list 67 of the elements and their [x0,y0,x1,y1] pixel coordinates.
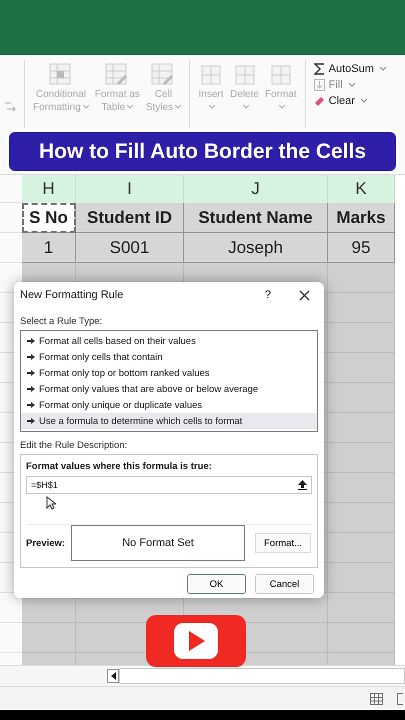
table-cell [328,443,395,473]
sigma-icon [314,63,325,75]
rule-type-item[interactable]: Format only top or bottom ranked values [21,365,317,381]
table-cell: Student Name [184,203,328,233]
rule-type-label: Select a Rule Type: [20,316,104,327]
table-cell [328,383,395,413]
column-header[interactable]: H [22,175,76,203]
scroll-left-button[interactable] [107,669,119,683]
pointer-icon [27,354,35,360]
table-cell [328,533,395,563]
eraser-icon [314,95,325,107]
table-cell [328,293,395,323]
column-header[interactable]: J [184,175,328,203]
table-cell: Student ID [76,203,184,233]
table-cell [328,593,395,623]
description-label: Edit the Rule Description: [20,440,128,451]
decrease-decimal-icon [4,100,18,114]
collapse-dialog-icon[interactable] [298,480,307,490]
format-button[interactable]: Format... [255,533,312,553]
column-header[interactable]: K [328,175,395,203]
preview-label: Preview: [26,538,66,548]
column-header[interactable]: I [76,175,184,203]
video-title-banner: How to Fill Auto Border the Cells [7,130,398,173]
horizontal-scrollbar[interactable] [119,668,405,684]
table-cell: S No [22,203,76,233]
table-cell [328,353,395,383]
pointer-icon [27,386,35,392]
rule-type-item[interactable]: Format only values that are above or below average [21,381,317,397]
table-cell [328,323,395,353]
rule-type-item[interactable]: Format only cells that contain [21,349,317,365]
formula-label: Format values where this formula is true: [26,461,213,472]
pointer-icon [27,402,35,408]
pointer-icon [27,370,35,376]
table-cell [328,413,395,443]
table-cell: 1 [22,233,76,263]
ribbon-button[interactable]: Clear [314,94,386,108]
normal-view-icon[interactable] [370,692,383,704]
rule-type-item[interactable]: Format all cells based on their values [21,333,317,349]
table-cell [0,203,22,233]
close-icon[interactable] [299,290,310,300]
cancel-button[interactable]: Cancel [255,574,314,594]
pointer-icon [27,338,35,344]
formula-field[interactable]: =$H$1 [26,476,312,494]
table-cell [328,623,395,653]
table-cell [328,263,395,293]
table-cell [328,503,395,533]
ribbon-button[interactable]: AutoSum [314,62,386,76]
ok-button[interactable]: OK [187,574,246,594]
table-cell [328,563,395,593]
preview-box: No Format Set [71,525,245,561]
page-layout-icon[interactable] [397,692,403,704]
rule-type-item[interactable]: Use a formula to determine which cells to format [21,413,317,429]
pointer-icon [27,418,35,424]
table-cell: 95 [328,233,395,263]
table-cell: S001 [76,233,184,263]
table-cell [0,623,22,653]
rule-type-item[interactable]: Format only unique or duplicate values [21,397,317,413]
dialog-title: New Formatting Rule [20,289,124,301]
mouse-pointer-icon [46,496,56,510]
left-arrow-icon [110,672,116,680]
down-arrow-icon [314,79,325,91]
table-cell [328,473,395,503]
table-cell [22,623,76,653]
table-cell: Marks [328,203,395,233]
help-button[interactable]: ? [262,289,274,301]
table-cell [0,233,22,263]
table-cell: Joseph [184,233,328,263]
